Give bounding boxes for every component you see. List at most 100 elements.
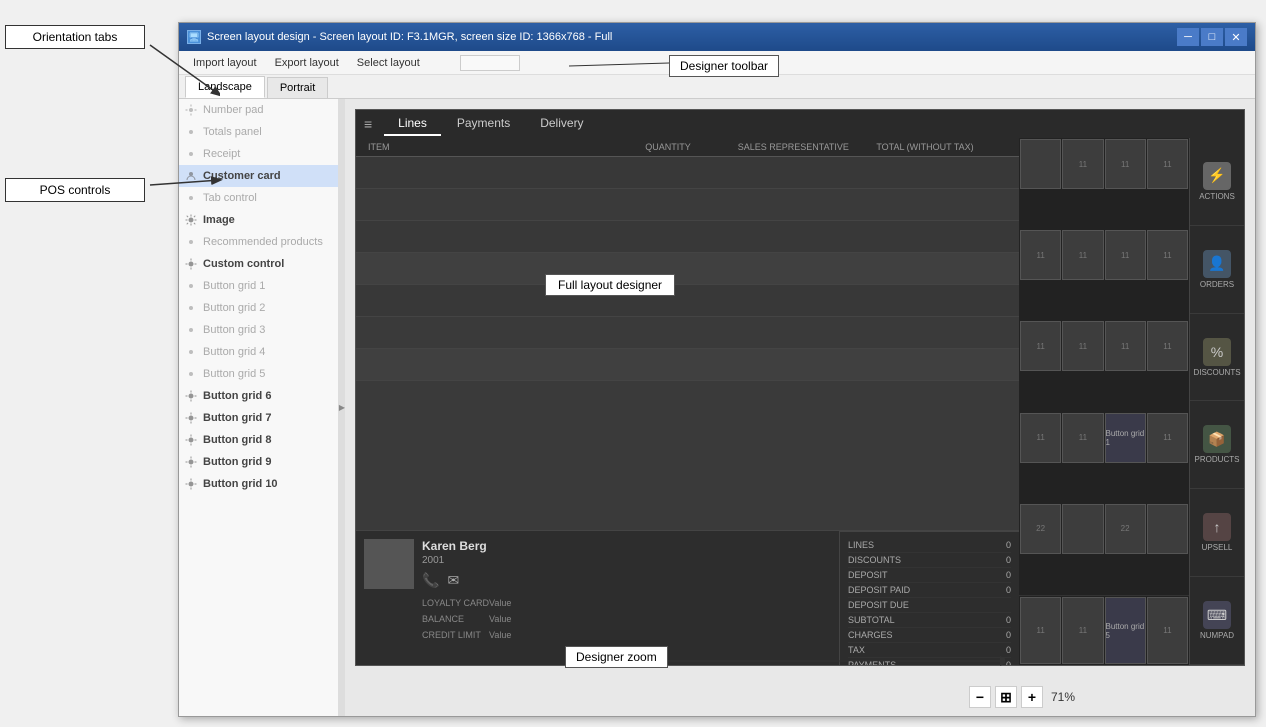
action-buttons-panel: ⚡ ACTIONS 👤 ORDERS % DISCOUNTS 📦 xyxy=(1189,138,1244,665)
grid-cell[interactable]: 11 xyxy=(1062,230,1103,280)
app-icon: 🖥 xyxy=(187,30,201,44)
actions-label: ACTIONS xyxy=(1199,192,1235,201)
maximize-button[interactable]: □ xyxy=(1201,28,1223,46)
zoom-in-button[interactable]: + xyxy=(1021,686,1043,708)
line-row-6 xyxy=(356,317,1019,349)
grid-cell[interactable]: 11 xyxy=(1105,230,1146,280)
panel-item-btn-grid-3[interactable]: Button grid 3 xyxy=(179,319,338,341)
orientation-tabs-label: Orientation tabs xyxy=(5,25,145,49)
pos-main-content: ITEM QUANTITY SALES REPRESENTATIVE TOTAL… xyxy=(356,138,1244,665)
pos-tab-delivery[interactable]: Delivery xyxy=(526,112,597,136)
panel-item-btn-grid-1[interactable]: Button grid 1 xyxy=(179,275,338,297)
col-item: ITEM xyxy=(364,142,641,152)
panel-item-receipt[interactable]: Receipt xyxy=(179,143,338,165)
portrait-tab[interactable]: Portrait xyxy=(267,77,328,98)
full-layout-designer-callout: Full layout designer xyxy=(545,274,675,296)
select-layout-menu[interactable]: Select layout xyxy=(349,54,428,72)
panel-item-tab-control[interactable]: Tab control xyxy=(179,187,338,209)
phone-icon[interactable]: 📞 xyxy=(422,572,439,589)
window-title: Screen layout design - Screen layout ID:… xyxy=(207,31,1177,43)
customer-details: Karen Berg 2001 📞 ✉ LOYALTY CARDValue BA… xyxy=(422,539,511,657)
numpad-icon: ⌨ xyxy=(1203,601,1231,629)
grid-cell[interactable]: 11 xyxy=(1020,413,1061,463)
panel-item-number-pad[interactable]: Number pad xyxy=(179,99,338,121)
grid-cell[interactable]: 11 xyxy=(1105,321,1146,371)
pos-layout-preview: ≡ Lines Payments Delivery ITEM QUANT xyxy=(355,109,1245,666)
panel-item-btn-grid-4[interactable]: Button grid 4 xyxy=(179,341,338,363)
actions-button[interactable]: ⚡ ACTIONS xyxy=(1190,138,1244,226)
panel-item-btn-grid-2[interactable]: Button grid 2 xyxy=(179,297,338,319)
line-row-1 xyxy=(356,157,1019,189)
orders-label: ORDERS xyxy=(1200,280,1234,289)
grid-cell[interactable] xyxy=(1147,504,1188,554)
numpad-button[interactable]: ⌨ NUMPAD xyxy=(1190,577,1244,665)
bottom-grid-cell[interactable]: 11 xyxy=(1062,597,1103,664)
hamburger-icon: ≡ xyxy=(364,116,372,132)
customer-name: Karen Berg xyxy=(422,539,511,553)
grid-cell[interactable] xyxy=(1020,139,1061,189)
upsell-icon: ↑ xyxy=(1203,513,1231,541)
orders-icon: 👤 xyxy=(1203,250,1231,278)
discounts-button[interactable]: % DISCOUNTS xyxy=(1190,314,1244,402)
pos-tab-lines[interactable]: Lines xyxy=(384,112,441,136)
email-icon[interactable]: ✉ xyxy=(447,572,459,589)
zoom-out-button[interactable]: − xyxy=(969,686,991,708)
panel-item-recommended[interactable]: Recommended products xyxy=(179,231,338,253)
panel-item-custom-control[interactable]: Custom control xyxy=(179,253,338,275)
minimize-button[interactable]: ─ xyxy=(1177,28,1199,46)
panel-item-btn-grid-5[interactable]: Button grid 5 xyxy=(179,363,338,385)
panel-item-btn-grid-8[interactable]: Button grid 8 xyxy=(179,429,338,451)
grid-cell[interactable]: 11 xyxy=(1147,413,1188,463)
panel-item-totals[interactable]: Totals panel xyxy=(179,121,338,143)
grid-cell[interactable]: 11 xyxy=(1147,230,1188,280)
discounts-label: DISCOUNTS xyxy=(1193,368,1240,377)
grid-cell[interactable]: 22 xyxy=(1105,504,1146,554)
bottom-grid-cell-button-grid-5[interactable]: Button grid 5 xyxy=(1105,597,1146,664)
pos-tab-payments[interactable]: Payments xyxy=(443,112,524,136)
import-layout-menu[interactable]: Import layout xyxy=(185,54,265,72)
close-button[interactable]: ✕ xyxy=(1225,28,1247,46)
zoom-level: 71% xyxy=(1051,690,1075,704)
zoom-fit-button[interactable]: ⊞ xyxy=(995,686,1017,708)
actions-icon: ⚡ xyxy=(1203,162,1231,190)
grid-cell[interactable] xyxy=(1062,504,1103,554)
grid-cell-button-grid-1[interactable]: Button grid 1 xyxy=(1105,413,1146,463)
products-label: PRODUCTS xyxy=(1195,455,1240,464)
panel-item-btn-grid-7[interactable]: Button grid 7 xyxy=(179,407,338,429)
grid-cell[interactable]: 11 xyxy=(1020,230,1061,280)
upsell-label: UPSELL xyxy=(1202,543,1233,552)
line-row-4 xyxy=(356,253,1019,285)
discounts-icon: % xyxy=(1203,338,1231,366)
bottom-grid-cell[interactable]: 11 xyxy=(1147,597,1188,664)
grid-cell[interactable]: 11 xyxy=(1147,321,1188,371)
grid-cell[interactable]: 11 xyxy=(1147,139,1188,189)
grid-cell[interactable]: 22 xyxy=(1020,504,1061,554)
grid-cell[interactable]: 11 xyxy=(1020,321,1061,371)
customer-avatar xyxy=(364,539,414,589)
col-quantity: QUANTITY xyxy=(641,142,733,152)
content-area: Number pad Totals panel Receipt Customer… xyxy=(179,99,1255,716)
upsell-button[interactable]: ↑ UPSELL xyxy=(1190,489,1244,577)
panel-item-btn-grid-9[interactable]: Button grid 9 xyxy=(179,451,338,473)
bottom-grid-cell[interactable]: 11 xyxy=(1020,597,1061,664)
right-button-panel: 11 11 11 11 11 11 11 11 11 11 xyxy=(1019,138,1189,665)
export-layout-menu[interactable]: Export layout xyxy=(267,54,347,72)
panel-item-btn-grid-10[interactable]: Button grid 10 xyxy=(179,473,338,495)
zoom-bar: − ⊞ + 71% xyxy=(969,686,1075,708)
grid-cell[interactable]: 11 xyxy=(1105,139,1146,189)
orders-button[interactable]: 👤 ORDERS xyxy=(1190,226,1244,314)
landscape-tab[interactable]: Landscape xyxy=(185,76,265,98)
panel-item-image[interactable]: Image xyxy=(179,209,338,231)
lines-header: ITEM QUANTITY SALES REPRESENTATIVE TOTAL… xyxy=(356,138,1019,157)
panel-item-customer-card[interactable]: Customer card xyxy=(179,165,338,187)
grid-cell[interactable]: 11 xyxy=(1062,139,1103,189)
grid-cell[interactable]: 11 xyxy=(1062,321,1103,371)
panel-item-btn-grid-6[interactable]: Button grid 6 xyxy=(179,385,338,407)
col-sales-rep: SALES REPRESENTATIVE xyxy=(734,142,873,152)
order-summary: LINES0 DISCOUNTS0 DEPOSIT0 DEPOSIT PAID0… xyxy=(839,531,1019,665)
main-window: 🖥 Screen layout design - Screen layout I… xyxy=(178,22,1256,717)
line-row-3 xyxy=(356,221,1019,253)
line-row-5 xyxy=(356,285,1019,317)
products-button[interactable]: 📦 PRODUCTS xyxy=(1190,401,1244,489)
grid-cell[interactable]: 11 xyxy=(1062,413,1103,463)
